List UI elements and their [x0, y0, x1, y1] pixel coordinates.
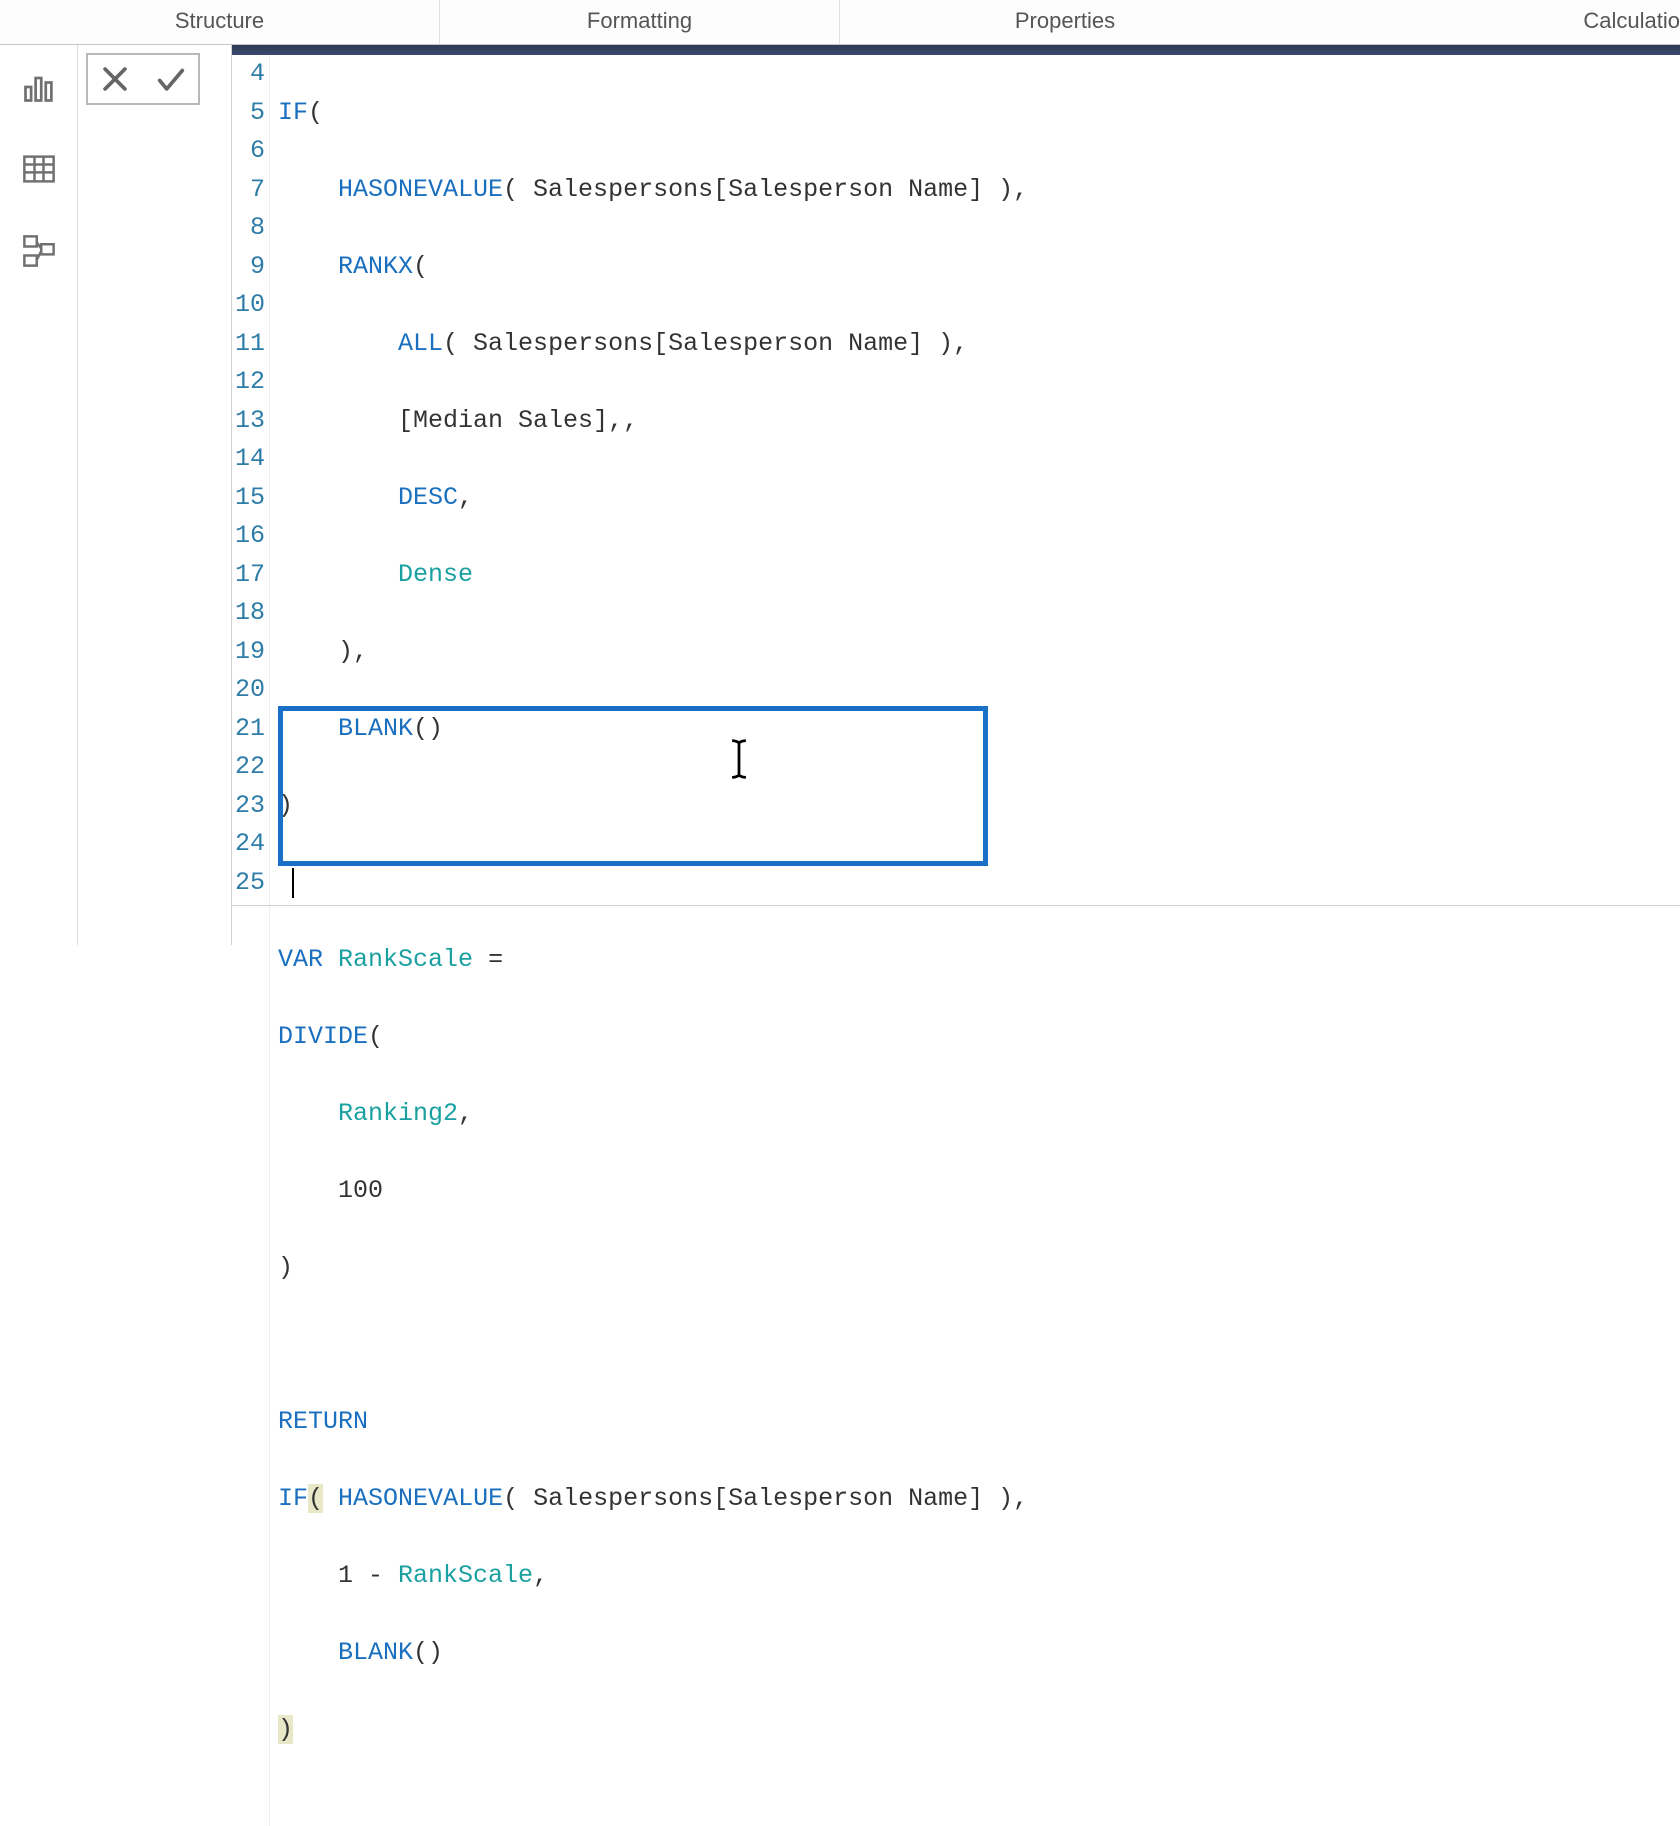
report-view-icon[interactable] — [19, 67, 59, 107]
view-rail — [0, 45, 78, 945]
formula-action-box — [86, 53, 200, 105]
line-number: 20 — [232, 671, 265, 710]
line-gutter: 45678910111213141516171819202122232425 — [232, 55, 270, 1826]
line-number: 25 — [232, 864, 265, 903]
line-number: 21 — [232, 710, 265, 749]
line-number: 4 — [232, 55, 265, 94]
tab-structure[interactable]: Structure — [0, 0, 440, 44]
data-view-icon[interactable] — [19, 149, 59, 189]
line-number: 24 — [232, 825, 265, 864]
line-number: 9 — [232, 248, 265, 287]
line-number: 15 — [232, 479, 265, 518]
tab-formatting[interactable]: Formatting — [440, 0, 840, 44]
line-number: 12 — [232, 363, 265, 402]
commit-button[interactable] — [154, 62, 188, 96]
editor-bottom-border — [232, 905, 1680, 906]
editor-top-sliver — [232, 45, 1680, 55]
line-number: 23 — [232, 787, 265, 826]
line-number: 18 — [232, 594, 265, 633]
line-number: 10 — [232, 286, 265, 325]
tab-calculations[interactable]: Calculatio — [1290, 0, 1680, 44]
line-number: 8 — [232, 209, 265, 248]
line-number: 13 — [232, 402, 265, 441]
line-number: 22 — [232, 748, 265, 787]
model-view-icon[interactable] — [19, 231, 59, 271]
dax-editor[interactable]: 45678910111213141516171819202122232425 I… — [231, 45, 1680, 945]
line-number: 17 — [232, 556, 265, 595]
line-number: 11 — [232, 325, 265, 364]
cancel-button[interactable] — [98, 62, 132, 96]
tab-properties[interactable]: Properties — [840, 0, 1290, 44]
line-number: 5 — [232, 94, 265, 133]
line-number: 6 — [232, 132, 265, 171]
ribbon-tabs: Structure Formatting Properties Calculat… — [0, 0, 1680, 45]
line-number: 7 — [232, 171, 265, 210]
line-number: 16 — [232, 517, 265, 556]
line-number: 19 — [232, 633, 265, 672]
line-number: 14 — [232, 440, 265, 479]
code-area[interactable]: IF( HASONEVALUE( Salespersons[Salesperso… — [270, 55, 1028, 1826]
